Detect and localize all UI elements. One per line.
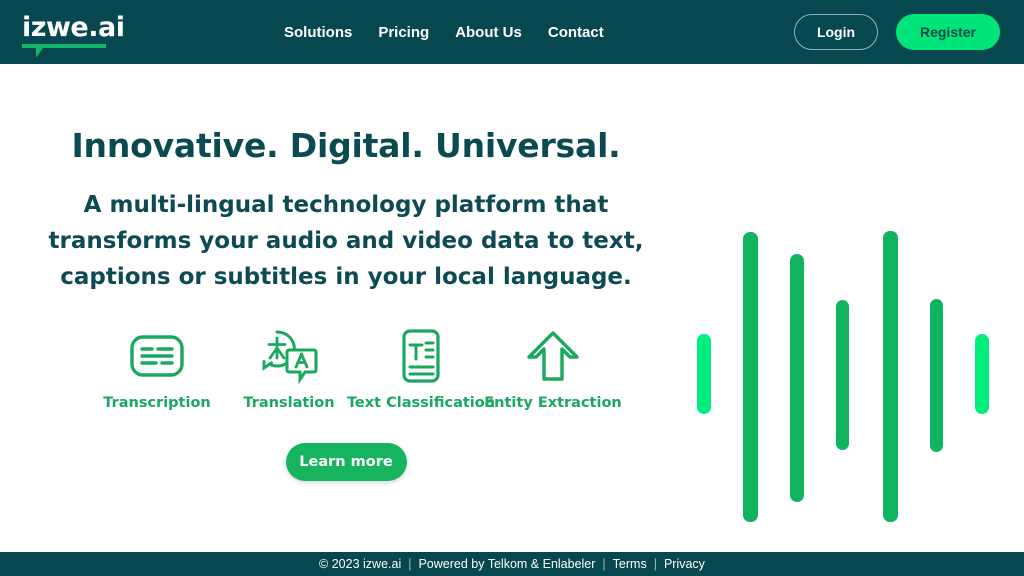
page-title: Innovative. Digital. Universal. bbox=[71, 126, 621, 165]
feature-label-entity-extraction: Entity Extraction bbox=[484, 395, 622, 411]
site-header: izwe.ai Solutions Pricing About Us Conta… bbox=[0, 0, 1024, 64]
main-navigation: Solutions Pricing About Us Contact bbox=[284, 24, 604, 41]
footer-copyright: © 2023 izwe.ai bbox=[319, 557, 402, 571]
learn-more-button[interactable]: Learn more bbox=[285, 443, 407, 481]
feature-label-translation: Translation bbox=[243, 395, 335, 411]
nav-pricing[interactable]: Pricing bbox=[378, 24, 429, 41]
footer-separator-1: | bbox=[408, 557, 412, 571]
hero-content: Innovative. Digital. Universal. A multi-… bbox=[0, 64, 692, 552]
up-arrow-icon bbox=[524, 327, 582, 385]
feature-list: Transcription Translation Text Classific… bbox=[0, 327, 692, 411]
feature-label-transcription: Transcription bbox=[103, 395, 211, 411]
cta-container: Learn more bbox=[0, 443, 692, 481]
document-text-icon bbox=[396, 327, 446, 385]
logo-underline-accent bbox=[22, 44, 106, 58]
login-button[interactable]: Login bbox=[794, 14, 878, 50]
waveform-bar bbox=[836, 300, 849, 450]
feature-label-text-classification: Text Classification bbox=[346, 395, 496, 411]
captions-icon bbox=[128, 327, 186, 385]
feature-entity-extraction[interactable]: Entity Extraction bbox=[484, 327, 622, 411]
feature-transcription[interactable]: Transcription bbox=[91, 327, 223, 411]
waveform-bar bbox=[883, 231, 898, 522]
translate-speech-bubbles-icon bbox=[259, 327, 319, 385]
footer-powered-by: Powered by Telkom & Enlabeler bbox=[418, 557, 596, 571]
waveform-bar bbox=[930, 299, 943, 452]
waveform-bar bbox=[743, 232, 758, 522]
register-button[interactable]: Register bbox=[896, 14, 1000, 50]
feature-text-classification[interactable]: Text Classification bbox=[347, 327, 495, 411]
footer-separator-3: | bbox=[653, 557, 657, 571]
waveform-bar bbox=[975, 334, 989, 414]
footer-link-terms[interactable]: Terms bbox=[613, 557, 647, 571]
nav-about-us[interactable]: About Us bbox=[455, 24, 522, 41]
hero-section: Innovative. Digital. Universal. A multi-… bbox=[0, 64, 1024, 552]
site-footer: © 2023 izwe.ai | Powered by Telkom & Enl… bbox=[0, 552, 1024, 576]
hero-subtitle: A multi-lingual technology platform that… bbox=[48, 192, 644, 290]
footer-separator-2: | bbox=[602, 557, 606, 571]
logo-speech-tail-icon bbox=[36, 48, 50, 58]
audio-waveform-graphic bbox=[692, 64, 1024, 552]
nav-solutions[interactable]: Solutions bbox=[284, 24, 352, 41]
waveform-bar bbox=[697, 334, 711, 414]
footer-link-privacy[interactable]: Privacy bbox=[664, 557, 705, 571]
waveform-bar bbox=[790, 254, 804, 502]
logo-text: izwe.ai bbox=[22, 12, 125, 43]
header-actions: Login Register bbox=[794, 14, 1000, 50]
feature-translation[interactable]: Translation bbox=[223, 327, 355, 411]
nav-contact[interactable]: Contact bbox=[548, 24, 604, 41]
izwe-ai-logo[interactable]: izwe.ai bbox=[22, 12, 142, 58]
